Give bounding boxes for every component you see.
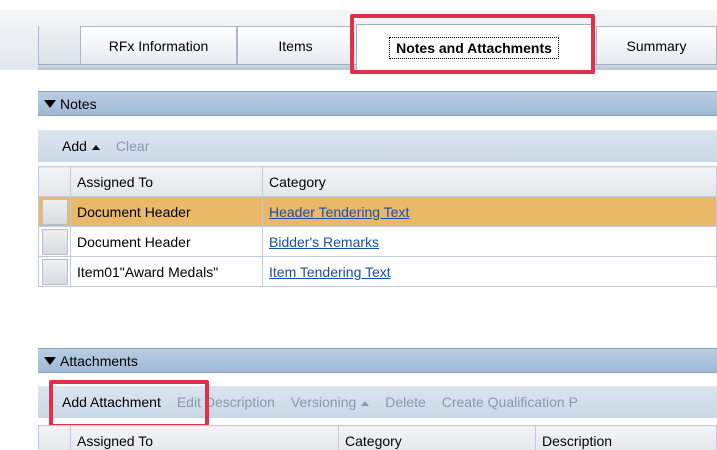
caret-up-icon — [361, 400, 370, 406]
delete-button[interactable]: Delete — [377, 394, 433, 410]
column-header-category[interactable]: Category — [262, 166, 717, 197]
attachments-tray-title: Attachments — [60, 352, 138, 369]
table-row[interactable]: Item01"Award Medals" Item Tendering Text — [38, 256, 717, 287]
category-link[interactable]: Item Tendering Text — [269, 264, 391, 280]
collapse-triangle-icon[interactable] — [44, 356, 56, 365]
caret-up-icon — [91, 144, 100, 150]
notes-tray-header[interactable]: Notes — [38, 91, 717, 116]
notes-add-label: Add — [62, 138, 87, 154]
column-header-category[interactable]: Category — [338, 425, 536, 450]
notes-clear-button[interactable]: Clear — [108, 138, 157, 154]
row-selector-box[interactable] — [41, 228, 68, 255]
select-all-cell[interactable] — [38, 425, 71, 450]
notes-add-button[interactable]: Add — [38, 138, 108, 154]
row-assigned-to: Item01"Award Medals" — [70, 256, 263, 287]
row-selector-box[interactable] — [41, 258, 68, 285]
row-assigned-to: Document Header — [70, 226, 263, 257]
tab-items-label: Items — [278, 37, 313, 54]
tab-items[interactable]: Items — [237, 26, 354, 64]
notes-table: Assigned To Category Document Header Hea… — [38, 166, 717, 287]
versioning-label: Versioning — [290, 394, 357, 410]
row-category-cell: Item Tendering Text — [262, 256, 717, 287]
row-selector[interactable] — [38, 226, 71, 257]
collapse-triangle-icon[interactable] — [44, 99, 56, 108]
column-header-description[interactable]: Description — [535, 425, 717, 450]
tab-strip-left-cap — [38, 26, 82, 64]
notes-table-header-row: Assigned To Category — [38, 166, 717, 197]
row-category-cell: Header Tendering Text — [262, 196, 717, 227]
column-header-assigned-to[interactable]: Assigned To — [70, 425, 339, 450]
tab-rfx-information-label: RFx Information — [108, 37, 209, 54]
table-row[interactable]: Document Header Header Tendering Text — [38, 196, 717, 227]
tab-rfx-information[interactable]: RFx Information — [80, 26, 237, 64]
create-qualification-button[interactable]: Create Qualification P — [434, 394, 586, 410]
row-selector-box[interactable] — [41, 198, 68, 225]
category-link[interactable]: Header Tendering Text — [269, 204, 409, 220]
row-assigned-to: Document Header — [70, 196, 263, 227]
notes-toolbar: Add Clear — [38, 130, 717, 162]
tab-summary-label: Summary — [626, 37, 687, 54]
versioning-button[interactable]: Versioning — [283, 394, 377, 410]
row-selector[interactable] — [38, 196, 71, 227]
category-link[interactable]: Bidder's Remarks — [269, 234, 379, 250]
highlight-annotation-add-attachment — [49, 380, 209, 428]
select-all-cell[interactable] — [38, 166, 71, 197]
row-selector[interactable] — [38, 256, 71, 287]
attachments-tray-header[interactable]: Attachments — [38, 348, 717, 373]
table-row[interactable]: Document Header Bidder's Remarks — [38, 226, 717, 257]
top-spacer — [0, 0, 717, 10]
tab-notes-and-attachments-label: Notes and Attachments — [389, 36, 559, 59]
row-category-cell: Bidder's Remarks — [262, 226, 717, 257]
attachments-table-header-row: Assigned To Category Description — [38, 425, 717, 450]
notes-tray-title: Notes — [60, 95, 97, 112]
attachments-table: Assigned To Category Description — [38, 425, 717, 450]
tab-summary[interactable]: Summary — [596, 26, 717, 64]
column-header-assigned-to[interactable]: Assigned To — [70, 166, 263, 197]
